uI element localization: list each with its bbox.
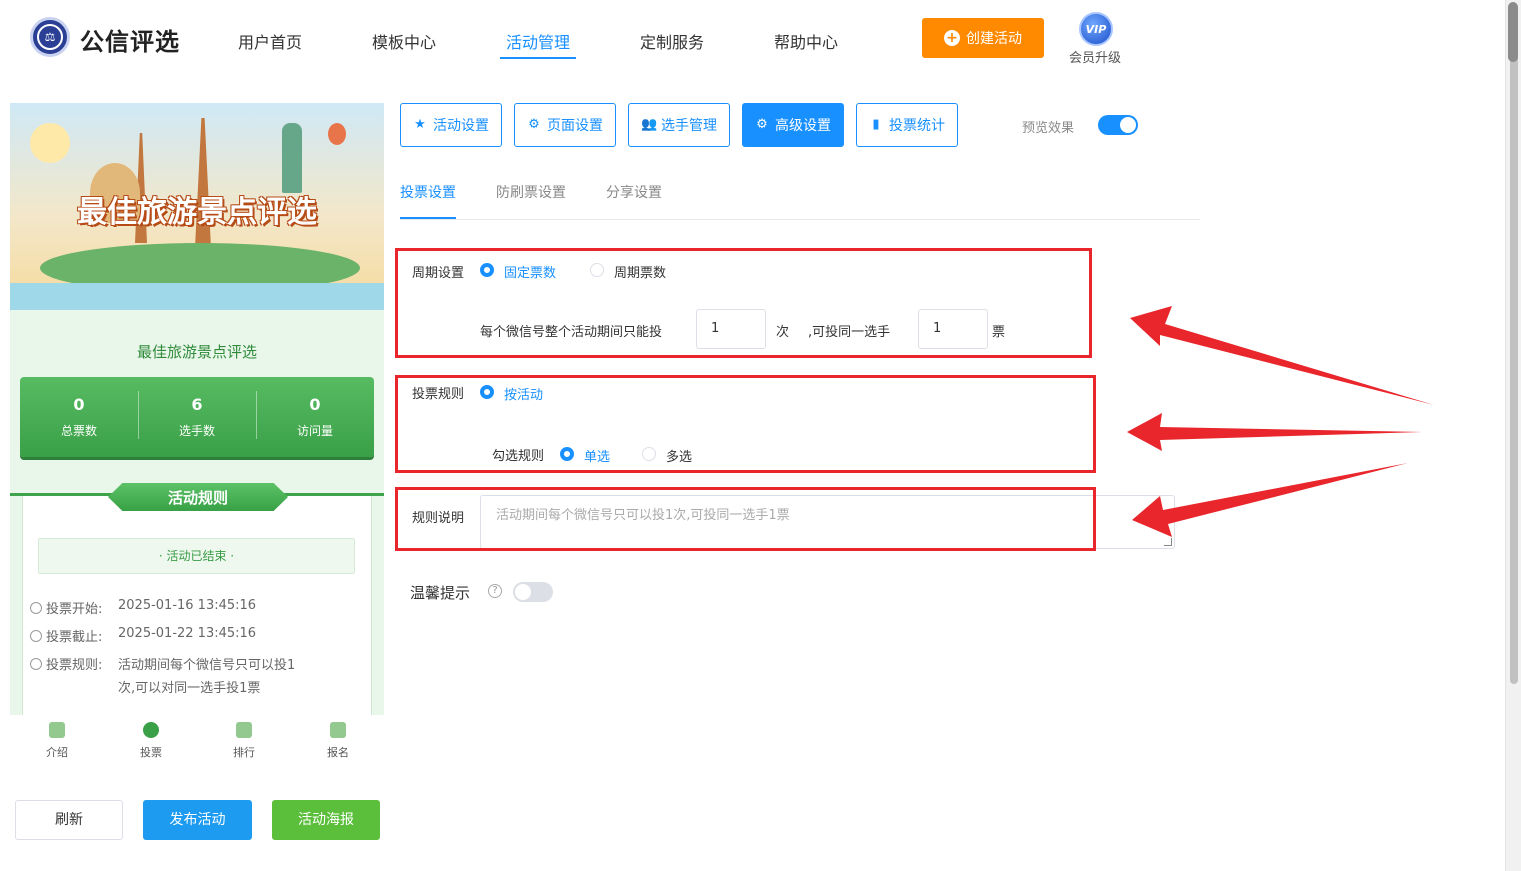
banner-sun-decoration bbox=[30, 123, 70, 163]
settings-icon: ⚙ bbox=[756, 117, 768, 132]
activity-title: 最佳旅游景点评选 bbox=[136, 343, 257, 361]
refresh-button[interactable]: 刷新 bbox=[15, 800, 123, 840]
create-activity-button[interactable]: + 创建活动 bbox=[922, 18, 1044, 58]
tab-vote[interactable]: 投票 bbox=[121, 722, 181, 760]
toggle-knob bbox=[515, 584, 531, 600]
rules-title: 活动规则 bbox=[108, 483, 288, 511]
warm-tip-toggle[interactable] bbox=[513, 582, 553, 602]
stat-value: 0 bbox=[73, 395, 85, 414]
resize-handle-icon[interactable] bbox=[1164, 538, 1172, 546]
banner-statue-decoration bbox=[282, 123, 302, 193]
stat-players: 6 选手数 bbox=[138, 377, 256, 457]
vote-start-label: 投票开始: bbox=[46, 602, 103, 617]
banner-water-decoration bbox=[10, 283, 384, 310]
gear-icon: ⚙ bbox=[528, 117, 540, 132]
vip-icon[interactable]: VIP bbox=[1079, 12, 1113, 46]
subtab-share-settings[interactable]: 分享设置 bbox=[606, 182, 662, 202]
warm-tip-label: 温馨提示 bbox=[410, 584, 471, 602]
clock-icon bbox=[30, 602, 42, 614]
nav-activity-management[interactable]: 活动管理 bbox=[506, 29, 570, 53]
subtab-anti-fraud[interactable]: 防刷票设置 bbox=[496, 182, 566, 202]
vote-start-line: 投票开始: bbox=[30, 598, 102, 617]
clock-icon bbox=[30, 630, 42, 642]
subtab-active-indicator bbox=[400, 217, 456, 219]
tab-intro[interactable]: 介绍 bbox=[27, 722, 87, 760]
vote-rule-text-2: 次,可以对同一选手投1票 bbox=[118, 681, 261, 696]
banner-title: 最佳旅游景点评选 bbox=[77, 195, 317, 230]
nav-active-indicator bbox=[500, 57, 576, 59]
star-icon: ★ bbox=[414, 117, 426, 132]
stat-label: 访问量 bbox=[296, 424, 333, 438]
annotation-box-description bbox=[395, 487, 1096, 551]
stat-label: 选手数 bbox=[178, 424, 215, 438]
annotation-arrow-1 bbox=[1130, 306, 1434, 405]
activity-status: · 活动已结束 · bbox=[38, 538, 355, 574]
preview-toggle-label: 预览效果 bbox=[1022, 121, 1075, 136]
intro-icon bbox=[49, 722, 65, 738]
vote-start-time: 2025-01-16 13:45:16 bbox=[118, 598, 257, 613]
vote-rule-line: 投票规则: bbox=[30, 654, 102, 673]
nav-custom-service[interactable]: 定制服务 bbox=[640, 29, 704, 53]
subtab-divider bbox=[400, 219, 1200, 220]
annotation-box-rule bbox=[395, 375, 1096, 473]
stat-total-votes: 0 总票数 bbox=[20, 377, 138, 457]
annotation-box-cycle bbox=[395, 248, 1092, 358]
tab-signup[interactable]: 报名 bbox=[308, 722, 368, 760]
tab-activity-settings[interactable]: ★ 活动设置 bbox=[400, 103, 502, 147]
nav-help-center[interactable]: 帮助中心 bbox=[774, 29, 838, 53]
edit-icon bbox=[330, 722, 346, 738]
tab-player-management[interactable]: 👥 选手管理 bbox=[628, 103, 730, 147]
bar-chart-icon: ▮ bbox=[872, 117, 880, 132]
stat-value: 0 bbox=[309, 395, 321, 414]
vote-end-time: 2025-01-22 13:45:16 bbox=[118, 626, 257, 641]
vote-end-line: 投票截止: bbox=[30, 626, 102, 645]
tab-vote-label: 投票 bbox=[140, 746, 162, 759]
publish-activity-button[interactable]: 发布活动 bbox=[143, 800, 252, 840]
create-activity-label: 创建活动 bbox=[966, 31, 1022, 47]
activity-poster-button[interactable]: 活动海报 bbox=[272, 800, 380, 840]
page-scrollbar[interactable] bbox=[1505, 0, 1521, 871]
tab-advanced-settings[interactable]: ⚙ 高级设置 bbox=[742, 103, 844, 147]
tab-activity-settings-label: 活动设置 bbox=[433, 118, 489, 134]
logo-icon[interactable]: ⚖ bbox=[30, 17, 70, 57]
tab-page-settings[interactable]: ⚙ 页面设置 bbox=[514, 103, 616, 147]
tab-page-settings-label: 页面设置 bbox=[547, 118, 603, 134]
stat-visits: 0 访问量 bbox=[256, 377, 374, 457]
tab-ranking[interactable]: 排行 bbox=[214, 722, 274, 760]
tab-advanced-settings-label: 高级设置 bbox=[775, 118, 831, 134]
tab-vote-statistics-label: 投票统计 bbox=[889, 118, 945, 134]
nav-template-center[interactable]: 模板中心 bbox=[372, 29, 436, 53]
vip-upgrade-link[interactable]: 会员升级 bbox=[1069, 47, 1121, 66]
nav-user-home[interactable]: 用户首页 bbox=[238, 29, 302, 53]
scrollbar-thumb[interactable] bbox=[1510, 4, 1518, 684]
tab-intro-label: 介绍 bbox=[46, 746, 68, 759]
scrollbar-handle[interactable] bbox=[1508, 2, 1518, 62]
vote-rule-text-1: 活动期间每个微信号只可以投1 bbox=[118, 658, 296, 673]
tab-ranking-label: 排行 bbox=[233, 746, 255, 759]
help-icon[interactable]: ? bbox=[488, 584, 502, 598]
phone-preview: 最佳旅游景点评选 最佳旅游景点评选 0 总票数 6 选手数 0 访问量 活动规则… bbox=[10, 103, 384, 715]
vote-rule-label: 投票规则: bbox=[46, 658, 103, 673]
annotation-arrow-2 bbox=[1127, 413, 1422, 451]
tab-player-management-label: 选手管理 bbox=[661, 118, 717, 134]
toggle-knob bbox=[1120, 117, 1136, 133]
top-header: ⚖ 公信评选 用户首页 模板中心 活动管理 定制服务 帮助中心 + 创建活动 V… bbox=[0, 0, 1505, 80]
tab-vote-statistics[interactable]: ▮ 投票统计 bbox=[856, 103, 958, 147]
activity-banner: 最佳旅游景点评选 bbox=[10, 103, 384, 310]
info-icon bbox=[30, 658, 42, 670]
plus-icon: + bbox=[944, 30, 960, 46]
users-icon: 👥 bbox=[641, 117, 658, 132]
medal-icon bbox=[236, 722, 252, 738]
banner-balloon-decoration bbox=[328, 123, 346, 145]
tab-signup-label: 报名 bbox=[327, 746, 349, 759]
preview-toggle[interactable] bbox=[1098, 115, 1138, 135]
vote-icon bbox=[143, 722, 159, 738]
vote-end-label: 投票截止: bbox=[46, 630, 103, 645]
stats-panel: 0 总票数 6 选手数 0 访问量 bbox=[20, 377, 374, 457]
stat-label: 总票数 bbox=[60, 424, 97, 438]
brand-name[interactable]: 公信评选 bbox=[80, 22, 180, 57]
stat-value: 6 bbox=[191, 395, 203, 414]
subtab-vote-settings[interactable]: 投票设置 bbox=[400, 182, 456, 202]
